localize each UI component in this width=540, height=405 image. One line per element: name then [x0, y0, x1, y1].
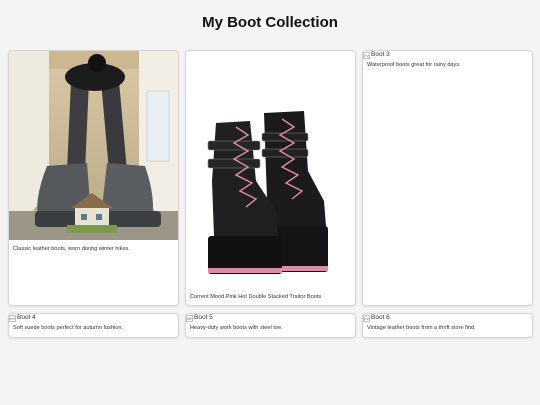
- boot-image-4[interactable]: Boot 4: [9, 314, 36, 322]
- boot-card-4[interactable]: Boot 4 Soft suede boots perfect for autu…: [8, 313, 179, 338]
- boot-caption-3: Waterproof boots great for rainy days.: [367, 62, 461, 68]
- image-alt-6: Boot 6: [371, 314, 390, 321]
- boot-card-1[interactable]: Classic leather boots, worn during winte…: [8, 50, 179, 306]
- boot-caption-4: Soft suede boots perfect for autumn fash…: [13, 325, 124, 331]
- boot-card-6[interactable]: Boot 6 Vintage leather boots from a thri…: [362, 313, 533, 338]
- broken-image-icon: [363, 51, 370, 59]
- image-alt-3: Boot 3: [371, 51, 390, 58]
- giant-boots-photo: [9, 51, 178, 240]
- boot-card-2[interactable]: Current Mood Pink Hot Double Stacked Tra…: [185, 50, 356, 306]
- boot-caption-6: Vintage leather boots from a thrift stor…: [367, 325, 476, 331]
- boot-image-3[interactable]: Boot 3: [363, 51, 390, 59]
- image-alt-5: Boot 5: [194, 314, 213, 321]
- boot-card-3[interactable]: Boot 3 Waterproof boots great for rainy …: [362, 50, 533, 306]
- broken-image-icon: [363, 314, 370, 322]
- boot-caption-5: Heavy-duty work boots with steel toe.: [190, 325, 283, 331]
- boot-image-5[interactable]: Boot 5: [186, 314, 213, 322]
- boot-image-6[interactable]: Boot 6: [363, 314, 390, 322]
- boot-card-5[interactable]: Boot 5 Heavy-duty work boots with steel …: [185, 313, 356, 338]
- boot-photo-2[interactable]: [186, 51, 355, 287]
- boot-caption-2: Current Mood Pink Hot Double Stacked Tra…: [190, 294, 322, 300]
- broken-image-icon: [9, 314, 16, 322]
- page-title: My Boot Collection: [202, 14, 338, 31]
- boot-caption-1: Classic leather boots, worn during winte…: [13, 246, 130, 252]
- broken-image-icon: [186, 314, 193, 322]
- image-alt-4: Boot 4: [17, 314, 36, 321]
- platform-boots-photo: [186, 51, 355, 287]
- boot-photo-1[interactable]: [9, 51, 178, 240]
